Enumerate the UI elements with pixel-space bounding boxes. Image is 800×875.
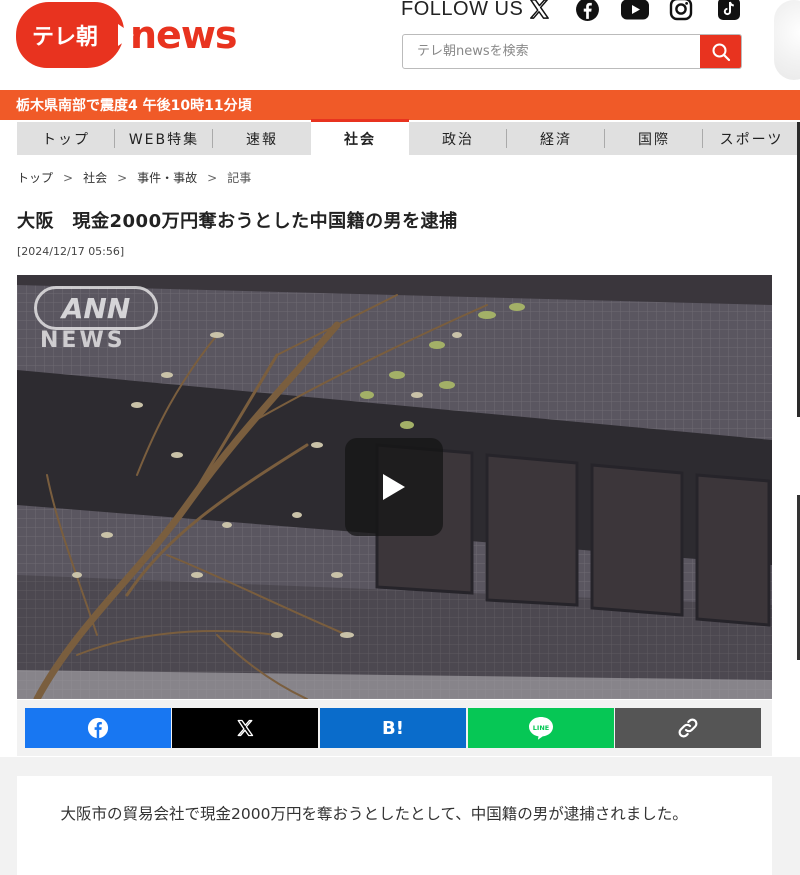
nav-item-web-feature[interactable]: WEB特集 bbox=[115, 122, 213, 155]
breadcrumb-separator: > bbox=[117, 170, 128, 185]
header-decoration bbox=[774, 0, 800, 80]
breadcrumb: トップ > 社会 > 事件・事故 > 記事 bbox=[17, 169, 251, 186]
breaking-news-text: 栃木県南部で震度4 午後10時11分頃 bbox=[16, 98, 252, 114]
hatena-icon: B! bbox=[382, 717, 404, 739]
x-icon bbox=[237, 719, 254, 737]
nav-item-label: 国際 bbox=[638, 131, 670, 148]
ann-watermark-news: NEWS bbox=[40, 328, 126, 353]
line-icon: LINE bbox=[529, 717, 553, 740]
breadcrumb-top[interactable]: トップ bbox=[17, 169, 53, 186]
nav-item-society[interactable]: 社会 bbox=[311, 119, 409, 155]
breadcrumb-separator: > bbox=[207, 170, 218, 185]
breaking-news-bar[interactable]: 栃木県南部で震度4 午後10時11分頃 bbox=[0, 90, 800, 120]
tiktok-icon[interactable] bbox=[716, 0, 742, 22]
article-title: 大阪 現金2000万円奪おうとした中国籍の男を逮捕 bbox=[17, 211, 458, 232]
logo-news-text: news bbox=[130, 13, 238, 57]
nav-item-label: 社会 bbox=[344, 131, 376, 148]
nav-item-economy[interactable]: 経済 bbox=[507, 122, 605, 155]
instagram-icon[interactable] bbox=[668, 0, 694, 22]
play-icon bbox=[383, 474, 405, 500]
site-logo[interactable]: テレ朝 news bbox=[16, 0, 238, 70]
nav-item-label: スポーツ bbox=[719, 131, 784, 148]
share-x-button[interactable] bbox=[172, 708, 318, 748]
article-body: 大阪市の貿易会社で現金2000万円を奪おうとしたとして、中国籍の男が逮捕されまし… bbox=[17, 776, 772, 875]
logo-arrow-icon bbox=[118, 24, 134, 46]
search-box bbox=[402, 34, 742, 69]
ann-news-watermark: ANN NEWS bbox=[34, 286, 158, 353]
logo-badge: テレ朝 bbox=[16, 2, 134, 68]
breadcrumb-society[interactable]: 社会 bbox=[83, 169, 107, 186]
youtube-icon[interactable] bbox=[620, 0, 650, 22]
follow-us-label: FOLLOW US bbox=[401, 0, 524, 20]
share-line-button[interactable]: LINE bbox=[468, 708, 614, 748]
share-facebook-button[interactable] bbox=[25, 708, 171, 748]
search-input[interactable] bbox=[403, 35, 701, 68]
nav-item-sports[interactable]: スポーツ bbox=[703, 122, 800, 155]
share-hatena-button[interactable]: B! bbox=[320, 708, 466, 748]
category-nav: トップ WEB特集 速報 社会 政治 経済 国際 スポーツ bbox=[17, 119, 800, 155]
x-icon[interactable] bbox=[526, 0, 552, 22]
link-icon bbox=[678, 718, 698, 738]
search-button[interactable] bbox=[700, 35, 741, 68]
nav-item-breaking[interactable]: 速報 bbox=[213, 122, 311, 155]
ann-watermark-badge: ANN bbox=[34, 286, 158, 330]
breadcrumb-incident[interactable]: 事件・事故 bbox=[137, 169, 197, 186]
svg-text:LINE: LINE bbox=[533, 724, 549, 732]
facebook-icon[interactable] bbox=[574, 0, 600, 22]
facebook-icon bbox=[87, 717, 109, 739]
share-copy-link-button[interactable] bbox=[615, 708, 761, 748]
nav-item-label: 政治 bbox=[442, 131, 474, 148]
nav-item-top[interactable]: トップ bbox=[17, 122, 115, 155]
nav-item-label: 速報 bbox=[246, 131, 278, 148]
nav-item-label: トップ bbox=[42, 131, 90, 148]
breadcrumb-current: 記事 bbox=[227, 171, 252, 185]
nav-item-politics[interactable]: 政治 bbox=[409, 122, 507, 155]
search-icon bbox=[712, 43, 730, 61]
site-header: テレ朝 news FOLLOW US bbox=[0, 0, 800, 90]
share-bar: B! LINE bbox=[17, 700, 772, 756]
article-date: [2024/12/17 05:56] bbox=[17, 245, 125, 258]
article-paragraph: 大阪市の貿易会社で現金2000万円を奪おうとしたとして、中国籍の男が逮捕されまし… bbox=[60, 805, 688, 823]
breadcrumb-separator: > bbox=[63, 170, 74, 185]
play-button[interactable] bbox=[345, 438, 443, 536]
logo-badge-text: テレ朝 bbox=[32, 25, 99, 50]
nav-item-label: WEB特集 bbox=[128, 131, 200, 148]
nav-item-label: 経済 bbox=[540, 131, 572, 148]
nav-item-international[interactable]: 国際 bbox=[605, 122, 703, 155]
